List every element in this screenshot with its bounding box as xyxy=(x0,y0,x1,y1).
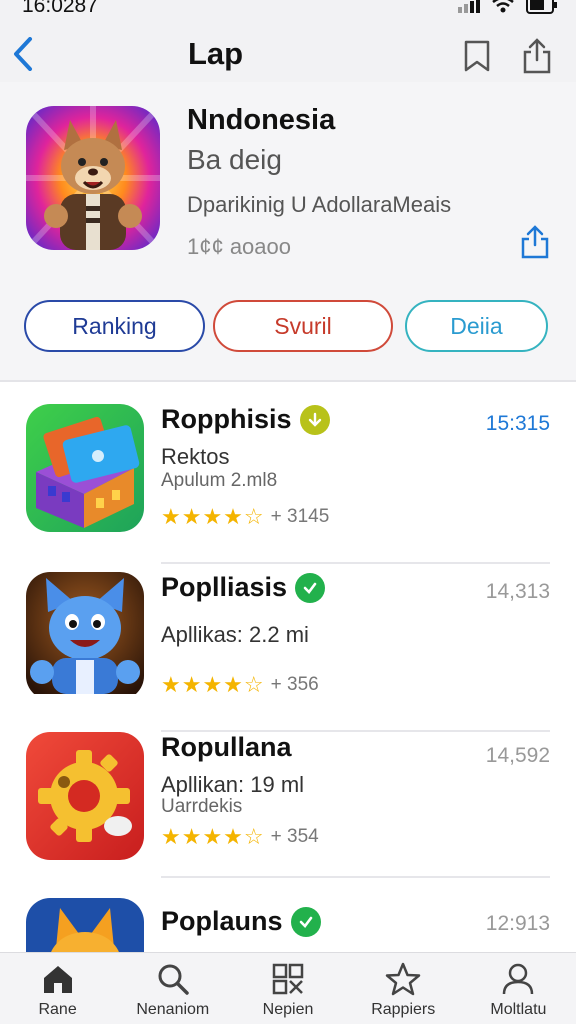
app-time: 14,592 xyxy=(485,744,550,767)
tab-rane[interactable]: Rane xyxy=(0,953,115,1024)
home-icon xyxy=(39,961,77,997)
app-category: Rektos xyxy=(161,444,230,469)
app-list-item[interactable]: Ropullana Apllikan: 19 ml Uarrdekis ★★★★… xyxy=(0,732,576,892)
battery-icon xyxy=(526,0,558,19)
grid-icon xyxy=(269,961,307,997)
app-name-text: Ropphisis xyxy=(161,404,292,434)
app-name: Ropphisis xyxy=(161,404,330,435)
app-time: 12:913 xyxy=(485,912,550,935)
app-name: Poplliasis xyxy=(161,572,326,603)
featured-app-icon[interactable] xyxy=(26,106,160,250)
pill-label: Ranking xyxy=(72,312,157,339)
app-list-item[interactable]: Poplliasis Apllikas: 2.2 mi ★★★★☆ + 356 … xyxy=(0,572,576,732)
page-title: Lap xyxy=(188,36,244,71)
back-button[interactable] xyxy=(8,36,38,72)
tab-nepien[interactable]: Nepien xyxy=(230,953,345,1024)
featured-app-subtitle: Ba deig xyxy=(187,144,282,175)
app-size: Apllikan: 19 ml xyxy=(161,772,305,797)
bookmark-button[interactable] xyxy=(460,38,494,74)
app-time: 14,313 xyxy=(485,580,550,603)
app-rating: ★★★★☆ + 356 xyxy=(161,672,319,698)
pill-label: Deiia xyxy=(450,312,503,339)
share-icon xyxy=(523,38,551,74)
tab-moltlatu[interactable]: Moltlatu xyxy=(461,953,576,1024)
status-bar: 16:0287 xyxy=(0,0,576,22)
app-list-item[interactable]: Ropphisis Rektos Apulum 2.ml8 ★★★★☆ + 31… xyxy=(0,404,576,564)
app-name: Poplauns xyxy=(161,906,321,937)
star-rating-icon: ★★★★☆ xyxy=(161,504,265,529)
bookmark-icon xyxy=(464,40,490,72)
star-icon xyxy=(384,961,422,997)
app-size: Apulum 2.ml8 xyxy=(161,470,278,491)
rating-count: + 356 xyxy=(270,674,319,695)
row-divider xyxy=(161,876,550,878)
app-name-text: Poplliasis xyxy=(161,572,288,602)
app-icon xyxy=(26,404,144,532)
checkmark-badge-icon xyxy=(290,906,321,937)
tab-nenaniom[interactable]: Nenaniom xyxy=(115,953,230,1024)
featured-app-description: Dparikinig U AdollaraMeais xyxy=(187,192,452,217)
star-rating-icon: ★★★★☆ xyxy=(161,672,265,697)
ranking-filter-button[interactable]: Ranking xyxy=(24,300,205,352)
chevron-left-icon xyxy=(14,37,32,71)
tab-label: Moltlatu xyxy=(490,1001,547,1018)
download-badge-icon xyxy=(299,404,330,435)
featured-app-title: Nndonesia xyxy=(187,104,336,136)
app-time: 15:315 xyxy=(485,412,550,435)
signal-icon xyxy=(458,0,480,18)
section-divider xyxy=(0,380,576,382)
app-rating: ★★★★☆ + 3145 xyxy=(161,504,329,530)
tab-bar: Rane Nenaniom Nepien Rappiers Moltlatu xyxy=(0,952,576,1024)
featured-app-meta: 1¢¢ aoaoo xyxy=(187,234,291,259)
tab-rappiers[interactable]: Rappiers xyxy=(346,953,461,1024)
status-time: 16:0287 xyxy=(22,0,98,17)
deiia-filter-button[interactable]: Deiia xyxy=(405,300,548,352)
svuril-filter-button[interactable]: Svuril xyxy=(213,300,393,352)
rating-count: + 354 xyxy=(270,826,319,847)
row-divider xyxy=(161,562,550,564)
app-category: Uarrdekis xyxy=(161,796,243,817)
tab-label: Rappiers xyxy=(371,1001,436,1018)
app-name-text: Poplauns xyxy=(161,906,283,936)
rating-count: + 3145 xyxy=(270,506,330,527)
tab-label: Nenaniom xyxy=(136,1001,210,1018)
app-rating: ★★★★☆ + 354 xyxy=(161,824,319,850)
search-icon xyxy=(154,961,192,997)
app-name-text: Ropullana xyxy=(161,732,292,762)
share-button[interactable] xyxy=(520,38,554,74)
checkmark-badge-icon xyxy=(295,572,326,603)
status-icons xyxy=(458,0,558,19)
pill-label: Svuril xyxy=(274,312,332,339)
app-size: Apllikas: 2.2 mi xyxy=(161,622,309,647)
share-icon xyxy=(521,225,549,259)
navigation-bar: Lap xyxy=(0,22,576,82)
star-rating-icon: ★★★★☆ xyxy=(161,824,265,849)
featured-app-section: Nndonesia Ba deig Dparikinig U AdollaraM… xyxy=(0,82,576,380)
featured-share-button[interactable] xyxy=(516,222,554,262)
app-icon xyxy=(26,572,144,700)
app-name: Ropullana xyxy=(161,732,292,763)
app-icon xyxy=(26,732,144,860)
tab-label: Rane xyxy=(38,1001,77,1018)
tab-label: Nepien xyxy=(262,1001,314,1018)
person-icon xyxy=(499,961,537,997)
wifi-icon xyxy=(492,0,514,18)
